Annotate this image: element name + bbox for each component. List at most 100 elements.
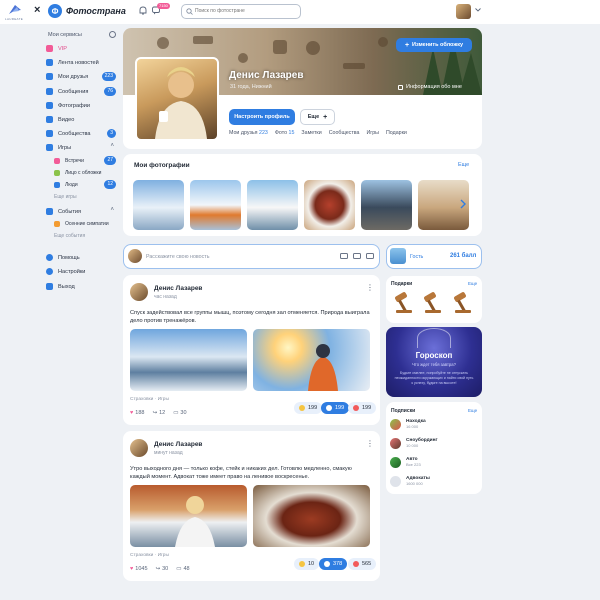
sidebar-item-label: Игры <box>58 144 72 151</box>
tab-notes[interactable]: Заметки <box>301 130 321 136</box>
gavel-icon[interactable] <box>451 292 475 314</box>
search-input[interactable] <box>195 6 295 16</box>
partner-logo-icon[interactable] <box>8 4 22 16</box>
post-image[interactable] <box>130 485 247 547</box>
reaction-heart[interactable]: 199 <box>348 402 377 414</box>
tab-communities[interactable]: Сообщества <box>329 130 360 136</box>
messages-badge: 76 <box>104 87 116 96</box>
news-icon <box>46 59 53 66</box>
tab-friends[interactable]: Мои друзья 223 <box>229 130 268 136</box>
post-image[interactable] <box>253 485 370 547</box>
reaction-like[interactable]: 378 <box>319 558 348 570</box>
profile-info-link[interactable]: Информация обо мне <box>398 84 462 90</box>
sidebar-item-label: Сообщества <box>58 130 91 137</box>
repost-stat[interactable]: ↪ 12 <box>152 410 165 416</box>
sidebar-item-label: Мои друзья <box>58 73 89 80</box>
guest-sweater-icon <box>390 248 406 264</box>
more-vertical-icon[interactable]: ⋮ <box>366 283 374 292</box>
site-logo-text[interactable]: Фотострана <box>66 6 126 16</box>
sidebar-item-label: Люди <box>65 181 78 188</box>
sidebar-item-settings[interactable]: Настройки <box>46 266 116 277</box>
search-icon <box>186 8 193 15</box>
subscription-item[interactable]: Сноубординг 10 000 <box>390 435 480 451</box>
profile-avatar[interactable] <box>135 57 219 141</box>
composer-placeholder[interactable]: Расскажите свою новость <box>146 254 209 260</box>
tab-gifts[interactable]: Подарки <box>386 130 407 136</box>
sidebar-item-logout[interactable]: Выход <box>46 281 116 292</box>
photo-thumb[interactable] <box>190 180 241 230</box>
friends-badge: 223 <box>101 72 116 81</box>
post-image[interactable] <box>130 329 247 391</box>
sidebar-item-messages[interactable]: Сообщения 76 <box>46 86 116 97</box>
image-icon[interactable] <box>353 253 361 259</box>
chevron-right-icon[interactable] <box>459 199 467 209</box>
subscription-item[interactable]: Находка 16 000 <box>390 416 480 432</box>
post-image[interactable] <box>253 329 370 391</box>
gifts-link[interactable]: Еще <box>468 281 477 286</box>
gavel-icon[interactable] <box>421 292 445 314</box>
comment-stat[interactable]: ▭ 48 <box>176 566 189 572</box>
photos-all-link[interactable]: Еще <box>458 162 469 168</box>
like-stat[interactable]: ♥ 1045 <box>130 566 148 572</box>
setup-profile-button[interactable]: Настроить профиль <box>229 109 295 125</box>
horoscope-text: Будьте смелее, попробуйте не отпускать н… <box>394 371 474 385</box>
more-games-link[interactable]: Еще игры <box>54 194 77 200</box>
post-author-avatar[interactable] <box>130 283 148 301</box>
comment-stat[interactable]: ▭ 30 <box>173 410 186 416</box>
change-cover-button[interactable]: + Изменить обложку <box>396 38 472 52</box>
chevron-up-icon[interactable]: ˄ <box>110 207 114 213</box>
sidebar-event-autumn[interactable]: Осенние симпатии <box>54 218 116 229</box>
sidebar-item-games[interactable]: Игры ˄ <box>46 142 116 153</box>
sidebar-item-vip[interactable]: VIP <box>46 43 116 54</box>
photos-title: Мои фотографии <box>134 162 190 169</box>
photo-thumb[interactable] <box>304 180 355 230</box>
subscription-item[interactable]: Авто Все 223 <box>390 454 480 470</box>
meetings-icon <box>54 157 60 164</box>
sidebar-item-label: Выход <box>58 283 75 290</box>
sidebar-game-cover-face[interactable]: Лицо с обложки <box>54 167 116 178</box>
more-button[interactable]: Еще + <box>300 109 335 125</box>
gear-icon[interactable] <box>109 31 116 38</box>
reaction-smile[interactable]: 10 <box>294 558 320 570</box>
sidebar-item-help[interactable]: Помощь <box>46 252 116 263</box>
repost-stat[interactable]: ↪ 30 <box>156 566 169 572</box>
photo-thumb[interactable] <box>247 180 298 230</box>
post-author-avatar[interactable] <box>130 439 148 457</box>
more-events-link[interactable]: Еще события <box>54 233 85 239</box>
video-icon[interactable] <box>366 253 374 259</box>
gavel-icon[interactable] <box>392 292 416 314</box>
sidebar-item-events[interactable]: События ˄ <box>46 206 116 217</box>
reaction-smile[interactable]: 199 <box>294 402 323 414</box>
comment-icon: ▭ <box>176 566 182 572</box>
tab-label: Мои друзья <box>229 130 258 136</box>
sidebar-game-people[interactable]: Люди 12 <box>54 179 116 190</box>
more-vertical-icon[interactable]: ⋮ <box>366 439 374 448</box>
sidebar-item-video[interactable]: Видео <box>46 114 116 125</box>
tab-games[interactable]: Игры <box>366 130 379 136</box>
gifts-title: Подарки <box>391 281 413 287</box>
close-icon: × <box>34 4 41 16</box>
photo-thumb[interactable] <box>133 180 184 230</box>
sidebar-item-friends[interactable]: Мои друзья 223 <box>46 71 116 82</box>
tab-photos[interactable]: Фото 15 <box>275 130 295 136</box>
reaction-heart[interactable]: 565 <box>348 558 377 570</box>
sidebar-item-news[interactable]: Лента новостей <box>46 57 116 68</box>
post-author[interactable]: Денис Лазарев <box>154 285 202 292</box>
like-stat[interactable]: ♥ 188 <box>130 410 144 416</box>
heart-icon: ♥ <box>130 566 134 572</box>
user-avatar[interactable] <box>456 4 471 19</box>
subscriptions-link[interactable]: Еще <box>468 408 477 413</box>
fotostrana-logo-icon[interactable]: Ф <box>48 4 62 18</box>
bell-icon[interactable] <box>139 6 147 15</box>
reaction-like[interactable]: 199 <box>321 402 350 414</box>
sidebar-item-communities[interactable]: Сообщества 3 <box>46 128 116 139</box>
sidebar-game-meetings[interactable]: Встречи 27 <box>54 155 116 166</box>
chevron-down-icon[interactable] <box>475 8 481 12</box>
sidebar-item-label: Лицо с обложки <box>65 169 102 176</box>
camera-icon[interactable] <box>340 253 348 259</box>
chevron-up-icon[interactable]: ˄ <box>110 143 114 149</box>
photo-thumb[interactable] <box>361 180 412 230</box>
post-author[interactable]: Денис Лазарев <box>154 441 202 448</box>
subscription-item[interactable]: Адвокаты 1600 000 <box>390 473 480 489</box>
sidebar-item-photos[interactable]: Фотографии <box>46 100 116 111</box>
